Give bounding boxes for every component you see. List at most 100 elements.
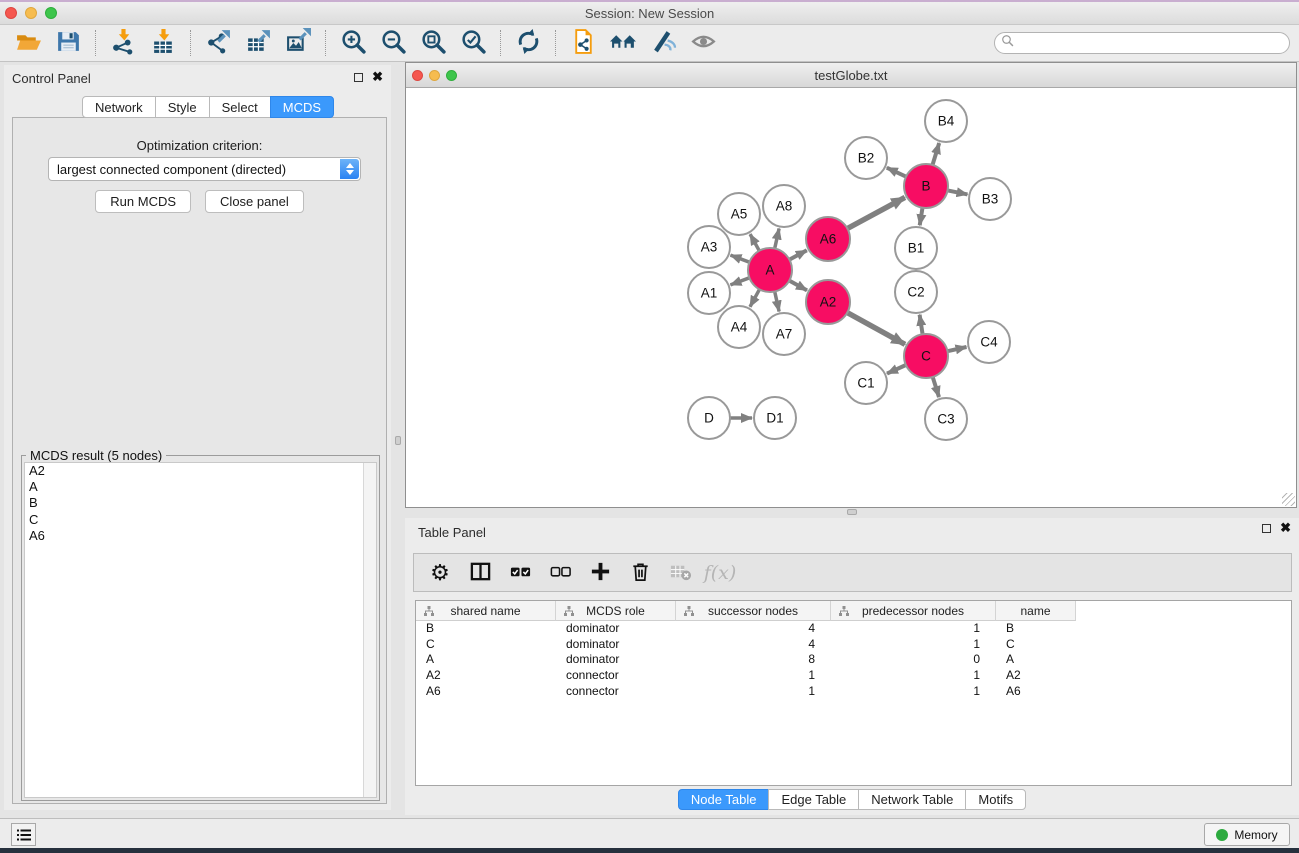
graph-edge-C-C2[interactable] <box>920 315 923 335</box>
close-panel-button[interactable]: Close panel <box>205 190 304 213</box>
network-file-button[interactable] <box>563 28 603 58</box>
close-panel-icon[interactable]: ✖ <box>372 72 383 82</box>
graph-edge-A-A1[interactable] <box>731 278 750 285</box>
zoom-fit-button[interactable] <box>413 28 453 58</box>
table-mode-gear-button[interactable]: ⚙ <box>426 559 454 587</box>
run-mcds-button[interactable]: Run MCDS <box>95 190 191 213</box>
show-hide-details-button[interactable] <box>683 28 723 58</box>
table-cell[interactable]: A6 <box>996 684 1076 700</box>
table-cell[interactable]: connector <box>556 668 676 684</box>
mcds-result-item[interactable]: A <box>25 479 376 495</box>
graph-edge-A-A4[interactable] <box>750 289 760 307</box>
table-row[interactable]: A2connector11A2 <box>416 668 1291 684</box>
table-cell[interactable]: A2 <box>416 668 556 684</box>
zoom-out-button[interactable] <box>373 28 413 58</box>
table-row[interactable]: Adominator80A <box>416 652 1291 668</box>
graph-edge-A-A2[interactable] <box>789 281 807 291</box>
table-row[interactable]: Bdominator41B <box>416 621 1291 637</box>
table-cell[interactable]: 1 <box>831 621 996 637</box>
table-cell[interactable]: 1 <box>831 684 996 700</box>
close-table-panel-icon[interactable]: ✖ <box>1280 523 1291 533</box>
table-cell[interactable]: A2 <box>996 668 1076 684</box>
graph-edge-A-A7[interactable] <box>775 292 779 312</box>
graph-edge-B-B2[interactable] <box>887 168 906 177</box>
mcds-result-scrollbar[interactable] <box>363 463 376 797</box>
tab-node-table[interactable]: Node Table <box>678 789 770 810</box>
import-network-button[interactable] <box>103 28 143 58</box>
tab-edge-table[interactable]: Edge Table <box>768 789 859 810</box>
mcds-result-item[interactable]: A6 <box>25 528 376 544</box>
deselect-all-rows-button[interactable] <box>546 559 574 587</box>
graph-edge-A2-C[interactable] <box>847 313 905 345</box>
graph-edge-B-B1[interactable] <box>920 208 923 226</box>
window-resize-grip[interactable] <box>1282 493 1295 506</box>
tab-select[interactable]: Select <box>209 96 271 118</box>
search-input[interactable] <box>1018 36 1268 50</box>
graph-edge-A-A8[interactable] <box>775 229 779 249</box>
column-header-MCDS-role[interactable]: MCDS role <box>556 601 676 621</box>
mcds-result-list[interactable]: A2ABCA6 <box>24 462 377 798</box>
home-view-button[interactable] <box>603 28 643 58</box>
table-cell[interactable]: C <box>996 637 1076 653</box>
graphics-details-button[interactable] <box>643 28 683 58</box>
mcds-result-item[interactable]: B <box>25 495 376 511</box>
table-row[interactable]: Cdominator41C <box>416 637 1291 653</box>
open-file-button[interactable] <box>8 28 48 58</box>
mcds-result-item[interactable]: A2 <box>25 463 376 479</box>
table-cell[interactable]: connector <box>556 684 676 700</box>
graph-edge-C-C3[interactable] <box>933 377 939 397</box>
float-panel-icon[interactable] <box>354 73 363 82</box>
zoom-in-button[interactable] <box>333 28 373 58</box>
export-image-button[interactable] <box>278 28 318 58</box>
memory-button[interactable]: Memory <box>1204 823 1290 846</box>
graph-edge-C-C4[interactable] <box>948 347 967 351</box>
column-header-successor-nodes[interactable]: successor nodes <box>676 601 831 621</box>
table-cell[interactable]: A <box>416 652 556 668</box>
export-network-button[interactable] <box>198 28 238 58</box>
create-column-button[interactable] <box>586 559 614 587</box>
refresh-layout-button[interactable] <box>508 28 548 58</box>
zoom-selected-button[interactable] <box>453 28 493 58</box>
tab-network-table[interactable]: Network Table <box>858 789 966 810</box>
table-cell[interactable]: 1 <box>831 668 996 684</box>
tab-network[interactable]: Network <box>82 96 156 118</box>
horizontal-split-grip[interactable] <box>847 509 857 515</box>
column-header-name[interactable]: name <box>996 601 1076 621</box>
table-cell[interactable]: dominator <box>556 652 676 668</box>
table-cell[interactable]: 0 <box>831 652 996 668</box>
table-cell[interactable]: 1 <box>676 684 831 700</box>
graph-edge-A-A6[interactable] <box>789 250 806 259</box>
graph-edge-A6-B[interactable] <box>847 197 905 228</box>
table-cell[interactable]: 8 <box>676 652 831 668</box>
table-cell[interactable]: dominator <box>556 621 676 637</box>
table-cell[interactable]: C <box>416 637 556 653</box>
graph-edge-A-A3[interactable] <box>731 255 750 262</box>
table-cell[interactable]: B <box>416 621 556 637</box>
table-cell[interactable]: dominator <box>556 637 676 653</box>
tab-motifs[interactable]: Motifs <box>965 789 1026 810</box>
vertical-split-grip[interactable] <box>395 436 401 445</box>
network-window-titlebar[interactable]: testGlobe.txt <box>406 63 1296 88</box>
graph-edge-B-B3[interactable] <box>948 190 968 194</box>
table-cell[interactable]: A <box>996 652 1076 668</box>
column-header-predecessor-nodes[interactable]: predecessor nodes <box>831 601 996 621</box>
column-header-shared-name[interactable]: shared name <box>416 601 556 621</box>
table-cell[interactable]: B <box>996 621 1076 637</box>
table-cell[interactable]: 4 <box>676 621 831 637</box>
table-cell[interactable]: 1 <box>831 637 996 653</box>
tab-style[interactable]: Style <box>155 96 210 118</box>
search-box[interactable] <box>994 32 1290 54</box>
task-history-button[interactable] <box>11 823 36 846</box>
network-canvas[interactable]: B4 B2 B B3 A5 A8 A6 A3 B1 A A1 C2 A2 A4 … <box>406 88 1296 507</box>
table-cell[interactable]: 1 <box>676 668 831 684</box>
graph-edge-C-C1[interactable] <box>887 365 906 374</box>
criterion-select[interactable]: largest connected component (directed) <box>48 157 361 181</box>
show-columns-button[interactable] <box>466 559 494 587</box>
select-all-rows-button[interactable] <box>506 559 534 587</box>
delete-columns-button[interactable] <box>626 559 654 587</box>
export-table-button[interactable] <box>238 28 278 58</box>
import-table-button[interactable] <box>143 28 183 58</box>
graph-edge-A-A5[interactable] <box>750 234 759 251</box>
table-cell[interactable]: 4 <box>676 637 831 653</box>
graph-edge-B-B4[interactable] <box>933 143 940 165</box>
